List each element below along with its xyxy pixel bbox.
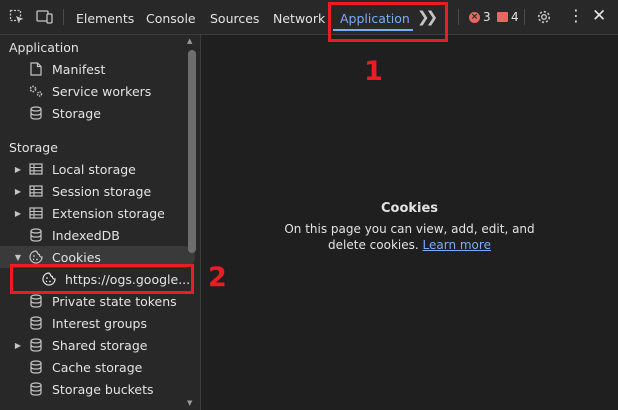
- expand-arrow-icon[interactable]: ▶: [13, 165, 23, 174]
- tab-sources[interactable]: Sources: [210, 0, 259, 34]
- table-icon: [27, 183, 45, 199]
- sidebar-item-storage-buckets[interactable]: Storage buckets: [0, 378, 200, 400]
- sidebar-item-label: Cache storage: [52, 359, 143, 375]
- document-icon: [27, 61, 45, 77]
- sidebar-item-manifest[interactable]: Manifest: [0, 58, 200, 80]
- database-icon: [27, 359, 45, 375]
- annotation-box-1: [328, 2, 448, 42]
- annotation-box-2: [10, 264, 194, 294]
- database-icon: [27, 315, 45, 331]
- sidebar-item-label: Local storage: [52, 161, 136, 177]
- sidebar-item-shared-storage[interactable]: ▶ Shared storage: [0, 334, 195, 356]
- sidebar-item-indexeddb[interactable]: IndexedDB: [0, 224, 200, 246]
- sidebar-item-label: Storage: [52, 105, 101, 121]
- warnings-badge[interactable]: 4: [497, 10, 519, 24]
- empty-state-text: On this page you can view, add, edit, an…: [284, 222, 535, 252]
- sidebar-item-service-workers[interactable]: Service workers: [0, 80, 200, 102]
- tab-console[interactable]: Console: [146, 0, 196, 34]
- collapse-arrow-icon[interactable]: ▼: [13, 253, 23, 262]
- sidebar-item-cache-storage[interactable]: Cache storage: [0, 356, 200, 378]
- cookies-main-panel: Cookies On this page you can view, add, …: [201, 35, 618, 410]
- expand-arrow-icon[interactable]: ▶: [13, 187, 23, 196]
- sidebar-item-label: IndexedDB: [52, 227, 120, 243]
- database-icon: [27, 381, 45, 397]
- empty-state-message: On this page you can view, add, edit, an…: [275, 221, 545, 253]
- gears-icon: [27, 83, 45, 99]
- scroll-down-arrow-icon[interactable]: ▼: [187, 399, 192, 407]
- errors-count: 3: [483, 10, 491, 24]
- section-header-application: Application: [9, 40, 79, 55]
- expand-arrow-icon[interactable]: ▶: [13, 341, 23, 350]
- database-icon: [27, 105, 45, 121]
- annotation-number-1: 1: [364, 56, 383, 87]
- database-icon: [27, 227, 45, 243]
- close-devtools-icon[interactable]: ✕: [592, 6, 606, 26]
- warning-icon: [497, 12, 508, 22]
- section-header-storage: Storage: [9, 140, 58, 155]
- scroll-up-arrow-icon[interactable]: ▲: [187, 37, 192, 45]
- sidebar-item-label: Private state tokens: [52, 293, 177, 309]
- sidebar-item-label: Extension storage: [52, 205, 165, 221]
- sidebar-item-label: Storage buckets: [52, 381, 154, 397]
- expand-arrow-icon[interactable]: ▶: [13, 209, 23, 218]
- device-toolbar-icon[interactable]: [36, 8, 54, 26]
- database-icon: [27, 337, 45, 353]
- sidebar-item-interest-groups[interactable]: Interest groups: [0, 312, 200, 334]
- annotation-number-2: 2: [208, 262, 227, 293]
- empty-state: Cookies On this page you can view, add, …: [201, 201, 618, 253]
- settings-gear-icon[interactable]: [535, 8, 553, 26]
- sidebar-item-extension-storage[interactable]: ▶ Extension storage: [0, 202, 195, 224]
- sidebar-item-label: Session storage: [52, 183, 152, 199]
- devtools-toolbar: Elements Console Sources Network Applica…: [0, 0, 618, 35]
- inspect-element-icon[interactable]: [8, 8, 26, 26]
- sidebar-item-label: Shared storage: [52, 337, 148, 353]
- errors-badge[interactable]: × 3: [469, 10, 491, 24]
- cookie-icon: [27, 249, 45, 265]
- sidebar-item-label: Cookies: [52, 249, 101, 265]
- database-icon: [27, 293, 45, 309]
- table-icon: [27, 161, 45, 177]
- more-options-icon[interactable]: ⋮: [568, 8, 584, 24]
- sidebar-item-label: Service workers: [52, 83, 152, 99]
- tab-elements[interactable]: Elements: [76, 0, 134, 34]
- empty-state-title: Cookies: [380, 201, 439, 216]
- sidebar-item-storage[interactable]: Storage: [0, 102, 200, 124]
- sidebar-scrollbar-thumb[interactable]: [188, 50, 196, 253]
- warnings-count: 4: [511, 10, 519, 24]
- error-icon: ×: [469, 11, 480, 23]
- tab-network[interactable]: Network: [273, 0, 325, 34]
- sidebar-item-local-storage[interactable]: ▶ Local storage: [0, 158, 195, 180]
- application-sidebar: Application Manifest Service workers Sto…: [0, 35, 201, 410]
- sidebar-item-label: Manifest: [52, 61, 106, 77]
- sidebar-item-label: Interest groups: [52, 315, 147, 331]
- sidebar-item-session-storage[interactable]: ▶ Session storage: [0, 180, 195, 202]
- table-icon: [27, 205, 45, 221]
- learn-more-link[interactable]: Learn more: [423, 238, 491, 252]
